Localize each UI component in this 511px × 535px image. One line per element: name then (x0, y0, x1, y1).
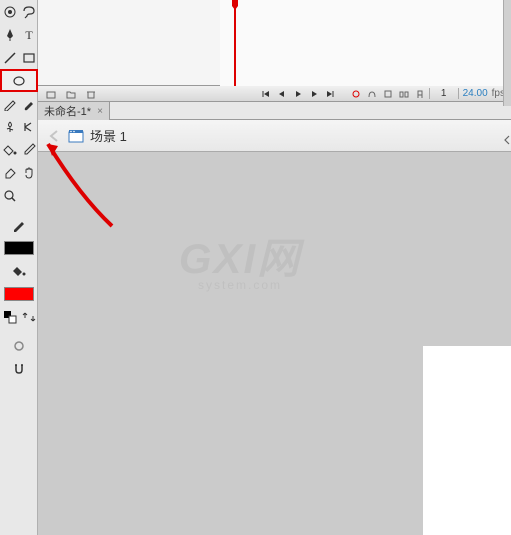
swap-colors-tool[interactable] (19, 305, 38, 328)
3d-rotate-tool[interactable] (0, 0, 19, 23)
panel-edge (503, 0, 511, 106)
delete-button[interactable] (84, 88, 98, 100)
onion-outline-button[interactable] (381, 88, 395, 100)
zoom-tool[interactable] (0, 184, 19, 207)
fill-color-tool[interactable] (0, 259, 38, 282)
close-icon[interactable]: × (97, 106, 103, 117)
step-forward-button[interactable] (307, 88, 321, 100)
frame-number[interactable]: 1 (429, 88, 459, 99)
stroke-color-swatch[interactable] (0, 236, 38, 259)
bone-tool[interactable] (19, 115, 38, 138)
canvas-area[interactable] (38, 152, 511, 535)
tools-panel: T (0, 0, 38, 535)
back-arrow-icon[interactable] (48, 129, 62, 143)
deco-tool[interactable] (0, 115, 19, 138)
timeline-track[interactable] (220, 0, 511, 86)
playhead-icon (230, 0, 240, 10)
timeline-controls: 1 24.00 fps (38, 86, 511, 102)
line-tool[interactable] (0, 46, 19, 69)
rectangle-tool[interactable] (19, 46, 38, 69)
new-folder-button[interactable] (64, 88, 78, 100)
text-tool[interactable]: T (19, 23, 38, 46)
option-tool-1[interactable] (0, 334, 38, 357)
scene-icon (68, 129, 84, 143)
canvas-stage[interactable] (423, 346, 511, 535)
marker-button[interactable] (413, 88, 427, 100)
paint-bucket-tool[interactable] (0, 138, 19, 161)
timeline-panel (38, 0, 511, 86)
step-back-button[interactable] (275, 88, 289, 100)
scene-label[interactable]: 场景 1 (90, 126, 127, 145)
collapse-arrow-icon[interactable] (504, 135, 510, 145)
fps-value[interactable]: 24.00 (461, 88, 490, 99)
goto-last-button[interactable] (323, 88, 337, 100)
document-tab-bar: 未命名-1* × (38, 102, 511, 120)
main-area: 1 24.00 fps 未命名-1* × 场景 1 (38, 0, 511, 535)
edit-multiple-button[interactable] (397, 88, 411, 100)
play-button[interactable] (291, 88, 305, 100)
stroke-color-tool[interactable] (0, 213, 38, 236)
brush-tool[interactable] (19, 92, 38, 115)
oval-tool[interactable] (0, 69, 38, 92)
lasso-tool[interactable] (19, 0, 38, 23)
new-layer-button[interactable] (44, 88, 58, 100)
loop-button[interactable] (349, 88, 363, 100)
hand-tool[interactable] (19, 161, 38, 184)
fill-color-swatch[interactable] (0, 282, 38, 305)
black-white-tool[interactable] (0, 305, 19, 328)
onion-skin-button[interactable] (365, 88, 379, 100)
eyedropper-tool[interactable] (19, 138, 38, 161)
document-tab[interactable]: 未命名-1* × (38, 102, 110, 120)
pen-tool[interactable] (0, 23, 19, 46)
pencil-tool[interactable] (0, 92, 19, 115)
goto-first-button[interactable] (259, 88, 273, 100)
empty-slot (19, 184, 38, 207)
snap-tool[interactable] (0, 357, 38, 380)
edit-bar: 场景 1 (38, 120, 511, 152)
svg-text:T: T (25, 28, 33, 42)
document-tab-label: 未命名-1* (44, 103, 91, 119)
eraser-tool[interactable] (0, 161, 19, 184)
